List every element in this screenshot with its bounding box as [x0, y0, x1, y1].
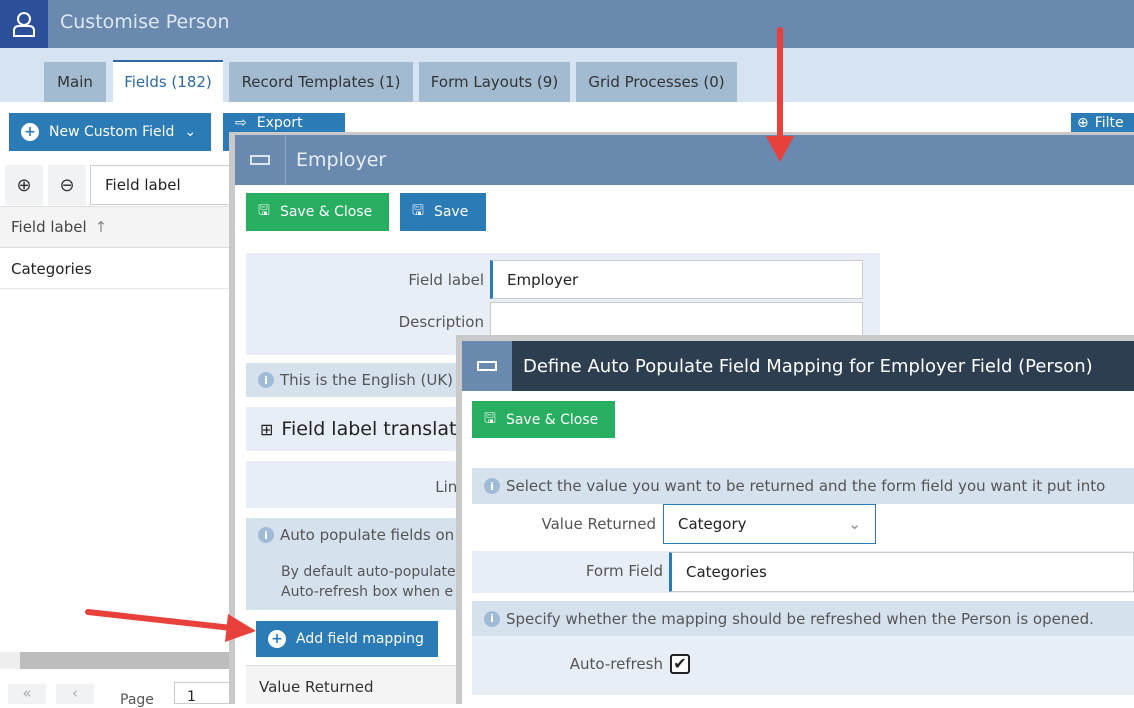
annotation-arrows: [85, 27, 794, 642]
arrow-down-icon: [766, 27, 794, 162]
arrow-right-icon: [85, 609, 256, 642]
